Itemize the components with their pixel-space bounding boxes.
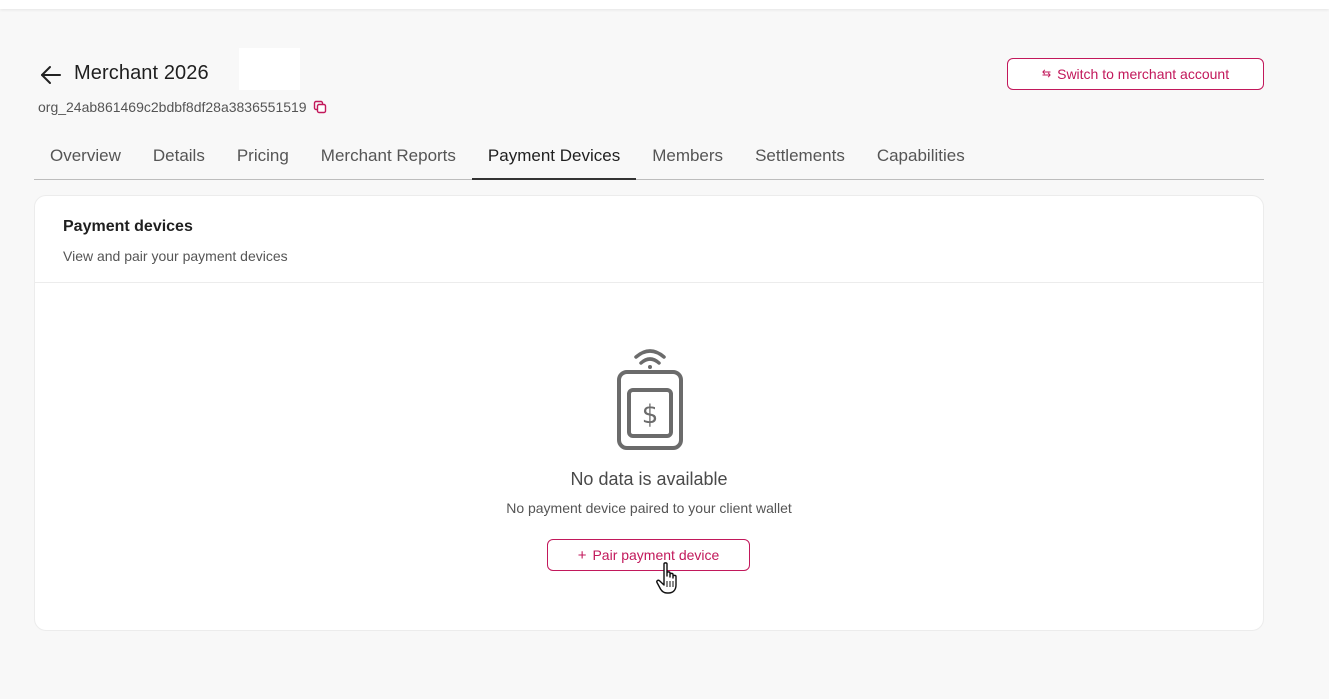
card-subtitle: View and pair your payment devices (63, 248, 288, 264)
empty-state: $ No data is available No payment device… (35, 284, 1263, 632)
back-button[interactable] (38, 62, 64, 88)
tab-overview[interactable]: Overview (34, 134, 137, 180)
switch-to-merchant-button[interactable]: ⇆ Switch to merchant account (1007, 58, 1264, 90)
pair-payment-device-button[interactable]: + Pair payment device (547, 539, 750, 571)
org-id-row: org_24ab861469c2bdbf8df28a3836551519 (38, 99, 327, 115)
tab-capabilities[interactable]: Capabilities (861, 134, 981, 180)
tab-members[interactable]: Members (636, 134, 739, 180)
card-header: Payment devices View and pair your payme… (35, 196, 1263, 283)
switch-arrows-icon: ⇆ (1041, 67, 1052, 80)
empty-state-title: No data is available (570, 469, 728, 489)
switch-button-label: Switch to merchant account (1057, 66, 1230, 82)
tab-settlements[interactable]: Settlements (739, 134, 861, 180)
hand-pointer-icon (656, 562, 677, 594)
payment-terminal-icon: $ (617, 349, 683, 450)
tab-bar: Overview Details Pricing Merchant Report… (34, 134, 1264, 180)
top-bar (0, 0, 1329, 9)
tab-payment-devices[interactable]: Payment Devices (471, 134, 637, 180)
tab-details[interactable]: Details (137, 134, 221, 180)
redacted-area (239, 48, 300, 90)
payment-devices-card: Payment devices View and pair your payme… (34, 195, 1264, 631)
tab-merchant-reports[interactable]: Merchant Reports (305, 134, 472, 180)
tab-pricing[interactable]: Pricing (221, 134, 305, 180)
arrow-left-icon (41, 66, 61, 84)
plus-icon: + (577, 546, 587, 564)
page-title: Merchant 2026 (74, 62, 209, 84)
svg-text:$: $ (642, 400, 659, 430)
org-id: org_24ab861469c2bdbf8df28a3836551519 (38, 99, 307, 115)
copy-icon[interactable] (313, 100, 327, 114)
page-header: Merchant 2026 org_24ab861469c2bdbf8df28a… (34, 48, 1264, 118)
empty-state-text: No payment device paired to your client … (506, 500, 792, 516)
card-title: Payment devices (63, 218, 193, 235)
